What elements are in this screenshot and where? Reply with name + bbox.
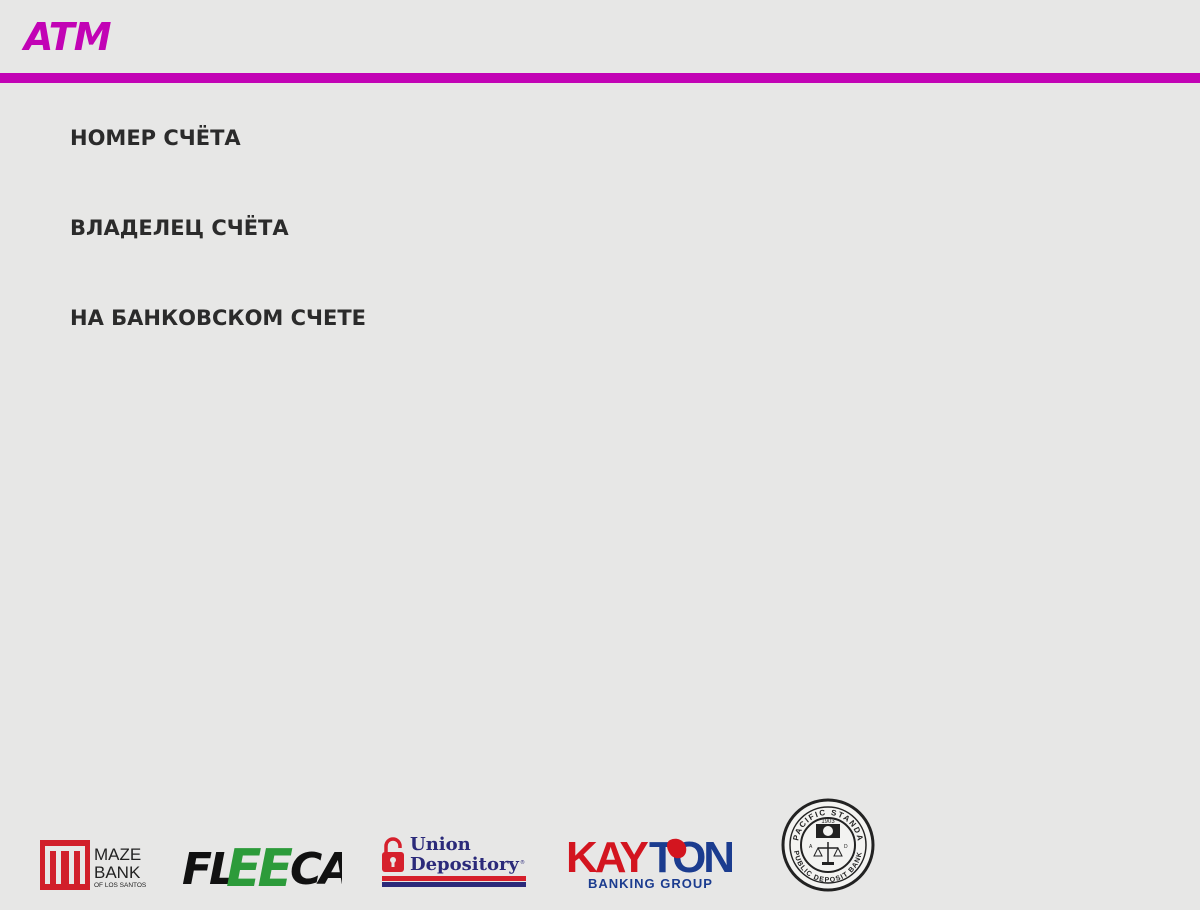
header-divider [0, 73, 1200, 83]
svg-text:TON: TON [649, 834, 732, 882]
app-title: ATM [24, 15, 112, 59]
fleeca-logo: FL EE CA [182, 836, 342, 892]
app-header: ATM [0, 0, 1200, 73]
svg-text:BANK: BANK [94, 863, 141, 882]
kayton-logo: KAY TON BANKING GROUP [566, 834, 732, 892]
svg-text:EE: EE [226, 839, 293, 892]
pacific-standard-logo: 1903 A D PACIFIC STANDARD PUBLIC DEPOSIT… [780, 798, 876, 892]
svg-text:1903: 1903 [821, 819, 835, 825]
svg-text:OF LOS SANTOS: OF LOS SANTOS [94, 882, 147, 889]
svg-text:KAY: KAY [566, 834, 649, 882]
svg-text:Depository: Depository [410, 854, 519, 875]
svg-text:BANKING GROUP: BANKING GROUP [588, 876, 713, 891]
svg-text:®: ® [520, 859, 525, 866]
account-balance-label: НА БАНКОВСКОМ СЧЕТЕ [70, 306, 367, 330]
account-owner-label: ВЛАДЕЛЕЦ СЧЁТА [70, 216, 289, 240]
svg-text:MAZE: MAZE [94, 845, 141, 864]
union-depository-logo: Union Depository ® [380, 834, 528, 892]
svg-text:D: D [844, 844, 848, 850]
maze-bank-logo: MAZE BANK OF LOS SANTOS [40, 840, 150, 892]
svg-text:CA: CA [290, 844, 342, 892]
bank-logos-strip: MAZE BANK OF LOS SANTOS FL EE CA Union D… [0, 790, 1200, 910]
svg-text:Union: Union [410, 834, 471, 855]
account-number-label: НОМЕР СЧЁТА [70, 126, 241, 150]
